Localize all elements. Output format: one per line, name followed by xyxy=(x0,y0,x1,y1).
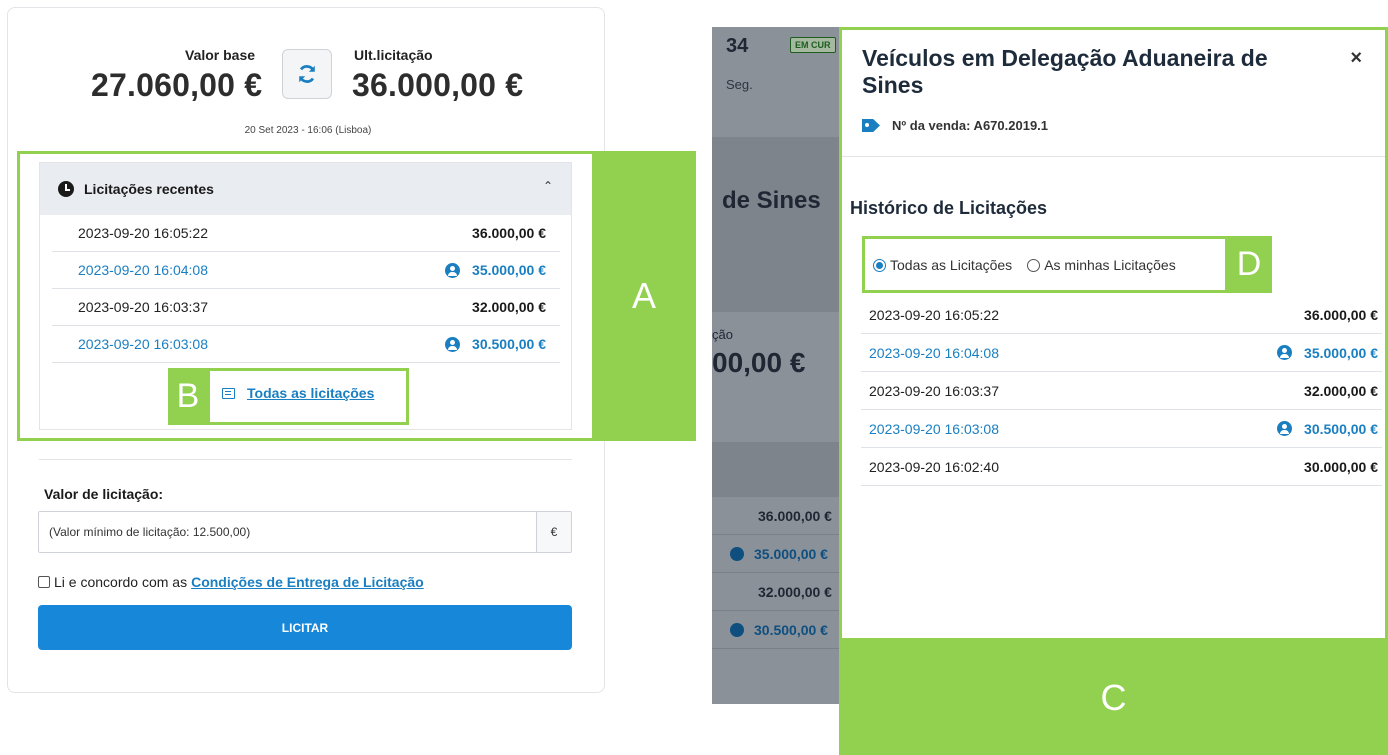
bid-amount: 35.000,00 € xyxy=(472,262,546,278)
bid-amount: 36.000,00 € xyxy=(472,225,546,241)
bid-date: 2023-09-20 16:02:40 xyxy=(869,458,999,475)
user-icon xyxy=(730,546,744,561)
bid-amount: 30.500,00 € xyxy=(1304,420,1378,437)
bid-row: 2023-09-20 16:03:37 32.000,00 € xyxy=(52,289,560,326)
terms-row: Li e concordo com as Condições de Entreg… xyxy=(38,574,424,590)
callout-b: B xyxy=(168,368,208,425)
bid-amount-label: Valor de licitação: xyxy=(44,486,164,502)
user-icon xyxy=(1277,345,1293,360)
bid-row-mine: 2023-09-20 16:03:08 30.500,00 € xyxy=(52,326,560,363)
refresh-icon xyxy=(299,65,315,83)
last-bid-value: 36.000,00 € xyxy=(352,67,524,103)
bid-date: 2023-09-20 16:05:22 xyxy=(869,306,999,323)
bid-date: 2023-09-20 16:03:08 xyxy=(78,336,208,352)
sale-number: Nº da venda: A670.2019.1 xyxy=(862,118,1048,133)
history-row-mine: 2023-09-20 16:03:08 30.500,00 € xyxy=(861,410,1382,448)
bg-bid-amount: 30.500,00 € xyxy=(754,621,828,638)
bid-date: 2023-09-20 16:04:08 xyxy=(78,262,208,278)
status-badge: EM CUR xyxy=(790,37,836,53)
tag-icon xyxy=(862,119,880,132)
history-row: 2023-09-20 16:02:40 30.000,00 € xyxy=(861,448,1382,486)
callout-d: D xyxy=(1226,236,1272,293)
filter-mine-label: As minhas Licitações xyxy=(1044,257,1176,273)
divider xyxy=(39,459,572,460)
history-row: 2023-09-20 16:05:22 36.000,00 € xyxy=(861,296,1382,334)
close-icon[interactable]: × xyxy=(1350,47,1362,70)
bg-bid-row: 32.000,00 € xyxy=(712,573,862,611)
last-bid-label: Ult.licitação xyxy=(354,47,433,63)
user-icon xyxy=(445,262,461,278)
bid-date: 2023-09-20 16:03:37 xyxy=(869,382,999,399)
auction-timestamp: 20 Set 2023 - 16:06 (Lisboa) xyxy=(244,125,372,136)
bid-amount: 30.500,00 € xyxy=(472,336,546,352)
filter-all-option[interactable]: Todas as Licitações xyxy=(873,257,1012,273)
bg-bid-amount: 35.000,00 € xyxy=(754,545,828,562)
bid-amount: 30.000,00 € xyxy=(1304,458,1378,475)
bid-amount-input[interactable] xyxy=(39,512,536,552)
recent-bids-title: Licitações recentes xyxy=(84,181,214,197)
history-row-mine: 2023-09-20 16:04:08 35.000,00 € xyxy=(861,334,1382,372)
sale-number-text: Nº da venda: A670.2019.1 xyxy=(892,118,1049,133)
bid-amount: 32.000,00 € xyxy=(1304,382,1378,399)
label-fragment: ção xyxy=(712,327,733,342)
filter-all-label: Todas as Licitações xyxy=(890,257,1013,273)
value-fragment: 00,00 € xyxy=(712,347,806,378)
bid-date: 2023-09-20 16:03:08 xyxy=(869,420,999,437)
bid-date: 2023-09-20 16:05:22 xyxy=(78,225,208,241)
bid-filter: Todas as Licitações As minhas Licitações xyxy=(873,257,1176,273)
filter-mine-option[interactable]: As minhas Licitações xyxy=(1027,257,1176,273)
bg-bid-row: 36.000,00 € xyxy=(712,497,862,535)
bid-input-group: € xyxy=(38,511,572,553)
chevron-up-icon[interactable]: ⌃ xyxy=(543,179,553,193)
list-icon xyxy=(222,387,235,399)
bg-bid-amount: 36.000,00 € xyxy=(758,507,832,524)
recent-bids-header[interactable]: Licitações recentes ⌃ xyxy=(40,163,571,215)
bid-date: 2023-09-20 16:04:08 xyxy=(869,344,999,361)
bid-amount: 36.000,00 € xyxy=(1304,306,1378,323)
base-price-label: Valor base xyxy=(185,47,256,63)
divider xyxy=(842,156,1388,157)
refresh-button[interactable] xyxy=(282,49,332,99)
user-icon xyxy=(1277,421,1293,436)
bid-row-mine: 2023-09-20 16:04:08 35.000,00 € xyxy=(52,252,560,289)
base-price-value: 27.060,00 € xyxy=(91,67,263,103)
bg-bid-amount: 32.000,00 € xyxy=(758,583,832,600)
bid-history-modal: Veículos em Delegação Aduaneira de Sines… xyxy=(842,27,1388,641)
bg-bid-row: 35.000,00 € xyxy=(712,535,862,573)
modal-title: Veículos em Delegação Aduaneira de Sines xyxy=(862,45,1268,98)
bid-button[interactable]: LICITAR xyxy=(38,605,572,650)
bid-amount: 35.000,00 € xyxy=(1304,344,1378,361)
background-page: 34 EM CUR Seg. de Sines ção 00,00 € 36.0… xyxy=(712,27,862,704)
bid-row: 2023-09-20 16:05:22 36.000,00 € xyxy=(52,215,560,252)
terms-text: Li e concordo com as xyxy=(54,574,188,590)
currency-addon: € xyxy=(536,512,571,552)
callout-a: A xyxy=(592,151,696,441)
user-icon xyxy=(730,622,744,637)
all-bids-link-label: Todas as licitações xyxy=(247,385,375,401)
bid-amount: 32.000,00 € xyxy=(472,299,546,315)
terms-link[interactable]: Condições de Entrega de Licitação xyxy=(191,574,424,590)
lot-number: 34 xyxy=(726,35,749,57)
page-title-fragment: de Sines xyxy=(722,187,821,214)
history-title: Histórico de Licitações xyxy=(850,198,1048,218)
seg-label: Seg. xyxy=(726,77,753,92)
radio-all[interactable] xyxy=(873,258,886,272)
callout-c: C xyxy=(839,641,1388,755)
bid-date: 2023-09-20 16:03:37 xyxy=(78,299,208,315)
radio-mine[interactable] xyxy=(1027,258,1041,272)
history-row: 2023-09-20 16:03:37 32.000,00 € xyxy=(861,372,1382,410)
terms-checkbox[interactable] xyxy=(38,576,50,588)
clock-icon xyxy=(58,181,74,197)
user-icon xyxy=(445,336,461,352)
all-bids-link[interactable]: Todas as licitações xyxy=(222,385,374,401)
